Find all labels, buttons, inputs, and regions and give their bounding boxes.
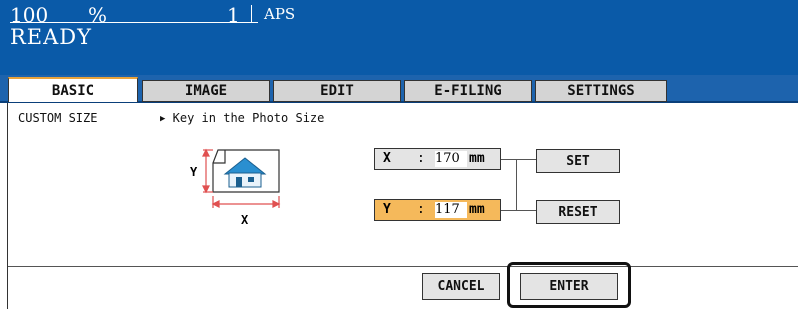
- reset-button[interactable]: RESET: [536, 200, 620, 224]
- y-unit: mm: [469, 202, 485, 217]
- cancel-button[interactable]: CANCEL: [422, 273, 500, 300]
- x-field-colon: :: [417, 151, 425, 166]
- bottom-divider: [8, 266, 798, 267]
- y-field-colon: :: [417, 202, 425, 217]
- y-size-field[interactable]: Y : 117 mm: [374, 199, 501, 221]
- x-dimension-arrow: [211, 196, 281, 208]
- enter-button[interactable]: ENTER: [520, 273, 618, 300]
- instruction-text: Key in the Photo Size: [172, 111, 325, 125]
- zoom-unit: %: [88, 3, 108, 27]
- x-value: 170: [435, 151, 467, 167]
- copies-count: 1: [227, 3, 240, 27]
- tab-e-filing[interactable]: E-FILING: [404, 80, 532, 102]
- house-icon: [223, 157, 267, 188]
- x-field-label: X: [383, 151, 391, 166]
- folded-corner: [213, 150, 226, 164]
- zoom-value: 100: [10, 3, 49, 27]
- play-arrow-icon: ▶: [160, 114, 166, 124]
- x-size-field[interactable]: X : 170 mm: [374, 148, 501, 170]
- connector-y: [501, 210, 536, 211]
- connector-set: [516, 159, 536, 160]
- y-dimension-arrow: [202, 148, 213, 194]
- set-button[interactable]: SET: [536, 149, 620, 173]
- status-text: READY: [10, 25, 93, 49]
- connector-vertical: [516, 159, 517, 211]
- y-value: 117: [435, 202, 467, 218]
- tab-basic[interactable]: BASIC: [8, 77, 138, 102]
- y-field-label: Y: [383, 202, 391, 217]
- photo-size-diagram: [202, 148, 281, 208]
- tab-settings[interactable]: SETTINGS: [535, 80, 667, 102]
- y-axis-label: Y: [190, 165, 198, 179]
- tab-edit[interactable]: EDIT: [273, 80, 401, 102]
- x-unit: mm: [469, 151, 485, 166]
- mode-label: CUSTOM SIZE: [18, 111, 98, 125]
- tab-image[interactable]: IMAGE: [142, 80, 270, 102]
- x-axis-label: X: [241, 213, 249, 227]
- paper-size: APS: [264, 5, 296, 23]
- header-divider: [251, 5, 252, 23]
- instruction: ▶ Key in the Photo Size: [160, 111, 324, 125]
- status-header: [0, 0, 798, 75]
- connector-x: [501, 159, 517, 160]
